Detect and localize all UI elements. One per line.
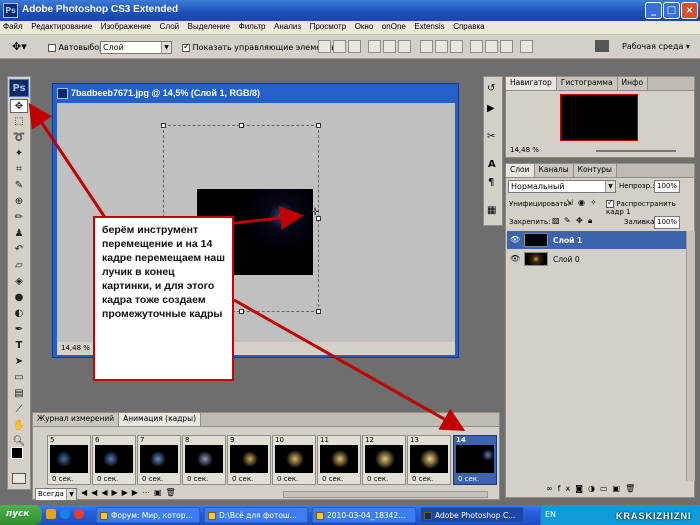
task-photoshop[interactable]: Adobe Photoshop C... bbox=[420, 507, 524, 523]
photoshop-icon bbox=[424, 512, 432, 520]
quick-launch-ie-icon[interactable] bbox=[60, 509, 70, 519]
folder-icon bbox=[208, 512, 216, 520]
arrow-to-frame-14 bbox=[233, 298, 466, 431]
annotation-note: берём инструмент перемещение и на 14 кад… bbox=[93, 216, 234, 381]
task-folder[interactable]: D:\Всё для фотош... bbox=[204, 507, 308, 523]
watermark: KRASKIZHIZNI bbox=[616, 511, 692, 521]
start-button[interactable]: пуск bbox=[0, 505, 42, 525]
task-label: 2010-03-04_18342... bbox=[327, 511, 406, 520]
task-label: D:\Всё для фотош... bbox=[219, 511, 297, 520]
image-icon bbox=[316, 512, 324, 520]
language-indicator[interactable]: EN bbox=[545, 510, 556, 519]
task-forum[interactable]: Форум: Мир, котор... bbox=[96, 507, 200, 523]
task-label: Форум: Мир, котор... bbox=[111, 511, 193, 520]
quick-launch-browser-icon[interactable] bbox=[74, 509, 84, 519]
quick-launch-explorer-icon[interactable] bbox=[46, 509, 56, 519]
browser-icon bbox=[100, 512, 108, 520]
taskbar: пуск Форум: Мир, котор... D:\Всё для фот… bbox=[0, 505, 700, 525]
task-image[interactable]: 2010-03-04_18342... bbox=[312, 507, 416, 523]
task-label: Adobe Photoshop C... bbox=[435, 511, 516, 520]
